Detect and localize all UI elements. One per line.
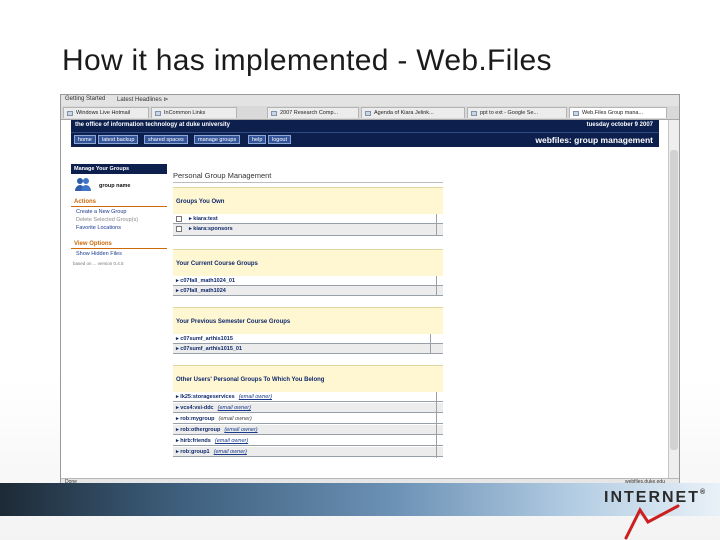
sidebar-group-name: group name xyxy=(99,183,131,189)
group-link[interactable]: ▸ rob:mygroup (email owner) xyxy=(176,414,252,424)
sidebar-divider xyxy=(71,206,167,207)
view-show-hidden-files[interactable]: Show Hidden Files xyxy=(76,251,122,257)
table-divider xyxy=(436,214,437,236)
section-title: Other Users' Personal Groups To Which Yo… xyxy=(176,377,325,383)
browser-window: Getting Started Latest Headlines ⊳ Windo… xyxy=(60,94,680,487)
table-row[interactable]: ▸ rob:group1 (email owner) xyxy=(173,447,443,457)
action-create-group[interactable]: Create a New Group xyxy=(76,209,126,215)
site-section-title: webfiles: group management xyxy=(535,135,653,145)
site-date: tuesday october 9 2007 xyxy=(586,122,653,128)
tab-hotmail[interactable]: Windows Live Hotmail xyxy=(63,107,149,118)
page-icon xyxy=(365,111,371,116)
vertical-scrollbar[interactable] xyxy=(668,120,679,478)
group-link[interactable]: ▸ rob:othergroup (email owner) xyxy=(176,425,258,435)
tab-strip: Windows Live Hotmail InCommon Links 2007… xyxy=(61,106,679,120)
group-link[interactable]: ▸ c07sumf_arthis1015 xyxy=(176,334,233,344)
logo-swoosh-icon xyxy=(624,504,680,540)
tab-webfiles[interactable]: Web.Files Group mana... xyxy=(569,107,667,118)
group-link[interactable]: ▸ vcs4:vsi-ddc (email owner) xyxy=(176,403,251,413)
tab-research[interactable]: 2007 Research Comp... xyxy=(267,107,359,118)
site-org-name: the office of information technology at … xyxy=(75,122,231,128)
sidebar: Manage Your Groups group name Actions Cr… xyxy=(71,164,167,266)
scrollbar-thumb[interactable] xyxy=(670,150,678,450)
table-row[interactable]: ▸ c07fall_math1024 xyxy=(173,286,443,296)
nav-shared-spaces[interactable]: shared spaces xyxy=(144,135,188,144)
table-row[interactable]: ▸ hirb:friends (email owner) xyxy=(173,436,443,446)
section-groups-you-own: Groups You Own xyxy=(173,187,443,214)
table-row[interactable]: ▸ rob:othergroup (email owner) xyxy=(173,425,443,435)
bookmark-getting-started[interactable]: Getting Started xyxy=(65,96,105,102)
group-link[interactable]: ▸ rob:group1 (email owner) xyxy=(176,447,247,457)
sidebar-heading: Manage Your Groups xyxy=(71,164,167,174)
page-icon xyxy=(271,111,277,116)
group-link[interactable]: ▸ c07fall_math1024_01 xyxy=(176,276,235,286)
sidebar-divider xyxy=(71,248,167,249)
table-row[interactable]: ▸ c07fall_math1024_01 xyxy=(173,276,443,286)
table-row[interactable]: ▸ kiara:test xyxy=(173,214,443,224)
page-content: the office of information technology at … xyxy=(61,120,668,478)
email-owner-link[interactable]: (email owner) xyxy=(214,449,247,455)
email-owner-text: (email owner) xyxy=(218,416,252,422)
slide-title: How it has implemented - Web.Files xyxy=(62,44,552,77)
section-title: Your Current Course Groups xyxy=(176,261,258,267)
table-divider xyxy=(430,334,431,354)
page-icon xyxy=(573,111,579,116)
group-link[interactable]: ▸ c07sumf_arthis1015_01 xyxy=(176,344,242,354)
section-title: Groups You Own xyxy=(176,199,225,205)
section-current-course-groups: Your Current Course Groups xyxy=(173,249,443,276)
tab-google[interactable]: ppt to ext - Google Se... xyxy=(467,107,567,118)
table-row[interactable]: ▸ c07sumf_arthis1015 xyxy=(173,334,443,344)
action-favorite-locations[interactable]: Favorite Locations xyxy=(76,225,121,231)
page-icon xyxy=(471,111,477,116)
nav-latest-backup[interactable]: latest backup xyxy=(98,135,139,144)
nav-home[interactable]: home xyxy=(74,135,96,144)
table-divider xyxy=(436,276,437,296)
email-owner-link[interactable]: (email owner) xyxy=(239,394,272,400)
page-title: Personal Group Management xyxy=(173,171,272,180)
sidebar-actions-label: Actions xyxy=(74,199,97,205)
table-row[interactable]: ▸ rob:mygroup (email owner) xyxy=(173,414,443,424)
section-other-users-groups: Other Users' Personal Groups To Which Yo… xyxy=(173,365,443,392)
table-row[interactable]: ▸ kiara:sponsors xyxy=(173,224,443,236)
email-owner-link[interactable]: (email owner) xyxy=(215,438,248,444)
email-owner-link[interactable]: (email owner) xyxy=(224,427,257,433)
site-header: the office of information technology at … xyxy=(71,120,659,132)
site-nav: home latest backup shared spaces manage … xyxy=(71,132,659,147)
nav-logout[interactable]: logout xyxy=(268,135,291,144)
group-link[interactable]: ▸ hirb:friends (email owner) xyxy=(176,436,248,446)
title-divider xyxy=(173,182,443,183)
nav-manage-groups[interactable]: manage groups xyxy=(194,135,241,144)
bookmark-latest-headlines[interactable]: Latest Headlines ⊳ xyxy=(117,96,168,103)
email-owner-link[interactable]: (email owner) xyxy=(218,405,251,411)
table-divider xyxy=(436,392,437,458)
group-link[interactable]: ▸ lk25:storageservices (email owner) xyxy=(176,392,272,402)
page-icon xyxy=(67,111,73,116)
page-icon xyxy=(155,111,161,116)
section-title: Your Previous Semester Course Groups xyxy=(176,319,291,325)
group-link[interactable]: ▸ kiara:test xyxy=(189,214,218,224)
nav-help[interactable]: help xyxy=(248,135,267,144)
group-link[interactable]: ▸ c07fall_math1024 xyxy=(176,286,226,296)
user-group-icon xyxy=(75,178,91,191)
row-checkbox[interactable] xyxy=(176,216,182,222)
tab-incommon[interactable]: InCommon Links xyxy=(151,107,237,118)
row-checkbox[interactable] xyxy=(176,226,182,232)
section-previous-course-groups: Your Previous Semester Course Groups xyxy=(173,307,443,334)
table-row[interactable]: ▸ lk25:storageservices (email owner) xyxy=(173,392,443,402)
tab-agenda[interactable]: Agenda of Kiara Jelink... xyxy=(361,107,465,118)
group-link[interactable]: ▸ kiara:sponsors xyxy=(189,224,233,234)
table-row[interactable]: ▸ vcs4:vsi-ddc (email owner) xyxy=(173,403,443,413)
table-row[interactable]: ▸ c07sumf_arthis1015_01 xyxy=(173,344,443,354)
sidebar-footer: based on ... version 0.4.5 xyxy=(73,261,124,266)
action-delete-groups[interactable]: Delete Selected Group(s) xyxy=(76,217,138,223)
sidebar-view-options-label: View Options xyxy=(74,241,112,247)
